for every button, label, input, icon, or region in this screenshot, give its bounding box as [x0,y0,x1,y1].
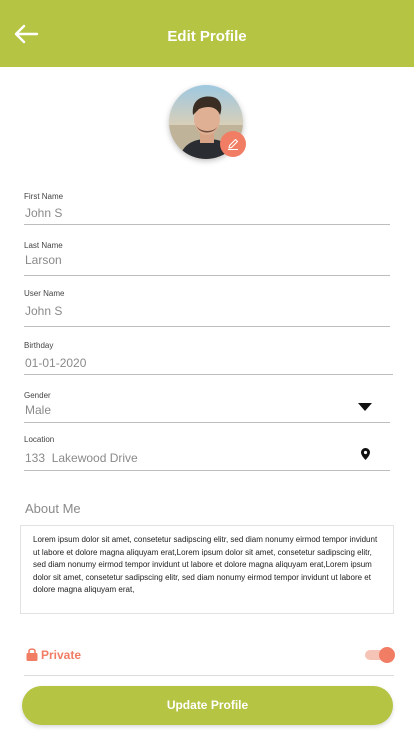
about-me-heading: About Me [25,501,81,516]
lock-icon [26,648,38,661]
avatar-container [169,85,246,159]
location-field: Location [24,434,390,471]
last-name-input[interactable] [24,252,344,268]
birthday-input[interactable] [24,355,344,371]
first-name-label: First Name [24,192,64,201]
app-header: Edit Profile [0,0,414,67]
user-name-label: User Name [24,289,65,298]
gender-label: Gender [24,391,51,400]
birthday-label: Birthday [24,341,54,350]
privacy-row: Private [24,642,395,676]
last-name-label: Last Name [24,241,63,250]
edit-avatar-button[interactable] [220,131,246,157]
birthday-field: Birthday [24,340,393,375]
dropdown-arrow-icon[interactable] [358,403,372,412]
last-name-field: Last Name [24,238,390,276]
user-name-input[interactable] [24,303,344,319]
user-name-field: User Name [24,287,390,327]
first-name-field: First Name [24,190,390,225]
update-profile-button[interactable]: Update Profile [22,686,393,725]
about-me-textarea[interactable]: Lorem ipsum dolor sit amet, consetetur s… [20,525,394,614]
location-input[interactable] [24,450,344,466]
gender-select-value[interactable]: Male [25,403,51,417]
private-label: Private [41,648,82,662]
location-label: Location [24,435,55,444]
private-toggle[interactable] [365,647,395,663]
gender-field[interactable]: Gender Male [24,389,390,423]
location-pin-icon[interactable] [361,448,370,460]
page-title: Edit Profile [167,28,247,45]
pencil-icon [228,138,239,151]
toggle-knob [379,647,395,663]
first-name-input[interactable] [24,205,344,221]
